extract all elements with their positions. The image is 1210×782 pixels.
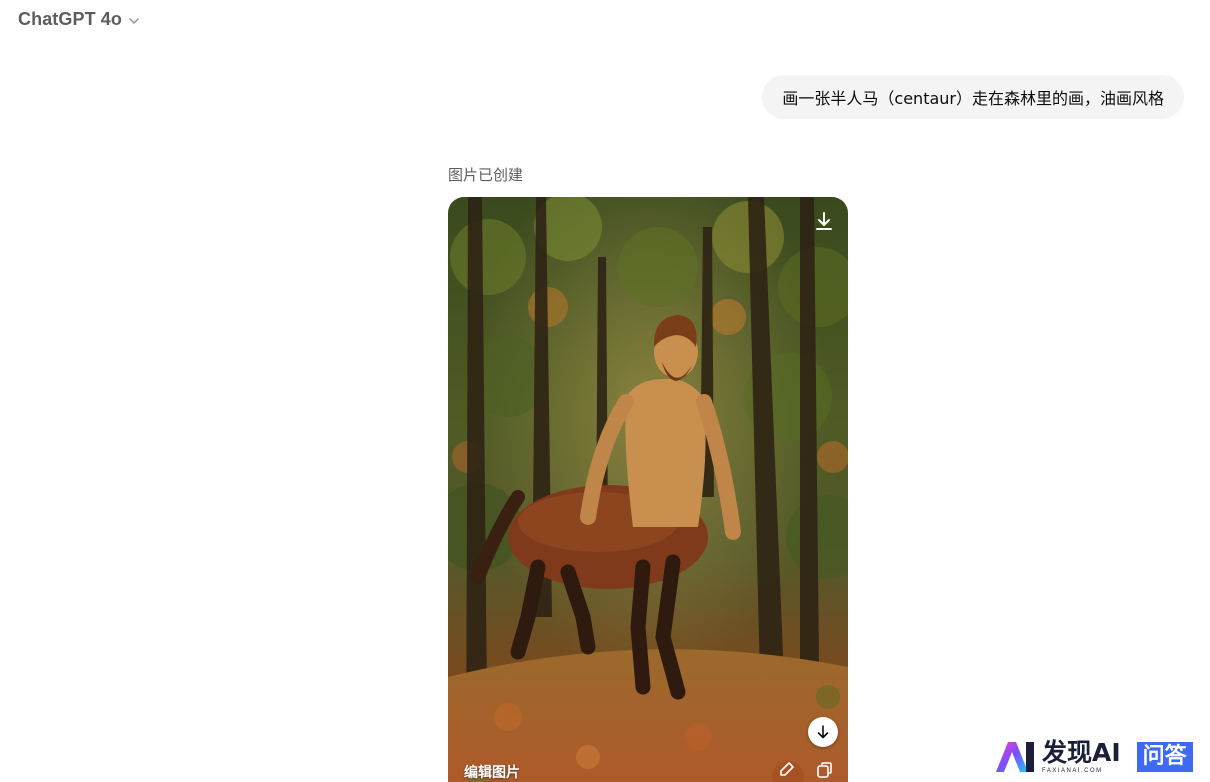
edit-image-label[interactable]: 编辑图片	[464, 762, 520, 782]
generated-image[interactable]: 编辑图片	[448, 197, 848, 782]
chat-page: ChatGPT 4o 画一张半人马（centaur）走在森林里的画，油画风格 图…	[0, 0, 1210, 782]
brush-icon[interactable]	[776, 760, 796, 780]
copy-icon[interactable]	[814, 760, 834, 780]
chevron-down-icon	[129, 18, 139, 24]
ai-logo-icon	[996, 742, 1034, 772]
download-button[interactable]	[808, 717, 838, 747]
model-switcher[interactable]: ChatGPT 4o	[18, 9, 140, 30]
arrow-down-icon	[817, 725, 829, 739]
watermark-logo: 发现AI FAXIANAI.COM 问答	[994, 740, 1193, 774]
watermark-title: 发现AI	[1042, 738, 1121, 767]
user-message-bubble: 画一张半人马（centaur）走在森林里的画，油画风格	[762, 75, 1184, 119]
watermark-badge: 问答	[1136, 742, 1193, 772]
watermark-text: 发现AI FAXIANAI.COM	[1042, 738, 1121, 775]
image-created-status: 图片已创建	[448, 166, 524, 184]
model-name: ChatGPT 4o	[18, 9, 123, 29]
download-icon[interactable]	[812, 209, 836, 233]
user-message-text: 画一张半人马（centaur）走在森林里的画，油画风格	[782, 89, 1164, 108]
watermark-subtitle: FAXIANAI.COM	[1042, 768, 1103, 774]
centaur-painting	[448, 197, 848, 782]
